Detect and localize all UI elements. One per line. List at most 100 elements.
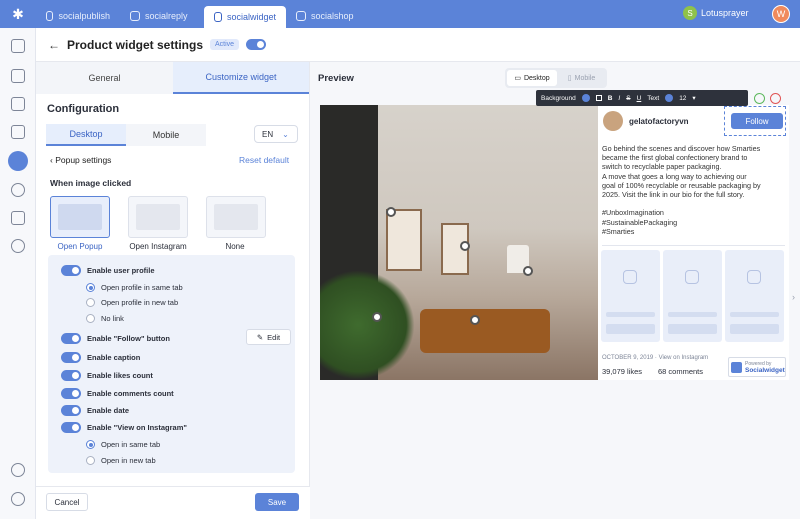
chevron-right-icon[interactable]: › <box>792 292 795 302</box>
chevron-down-icon: ⌄ <box>282 129 289 139</box>
tab-socialwidget[interactable]: socialwidget <box>204 6 286 28</box>
view-on-instagram-toggle[interactable] <box>61 422 81 433</box>
avatar[interactable]: W <box>772 5 790 23</box>
placeholder-line <box>730 324 779 334</box>
user-profile-toggle[interactable] <box>61 265 81 276</box>
inbox-icon[interactable] <box>11 69 25 83</box>
same-tab-option[interactable]: Open in same tab <box>86 440 160 449</box>
username[interactable]: gelatofactoryvn <box>629 117 689 126</box>
product-hotspot[interactable] <box>386 207 396 217</box>
new-tab-option[interactable]: Open in new tab <box>86 456 156 465</box>
billing-icon[interactable] <box>11 239 25 253</box>
caret-down-icon[interactable]: ▾ <box>692 94 695 102</box>
tab-socialshop[interactable]: socialshop <box>286 5 370 27</box>
caption-row: Enable caption <box>61 352 140 363</box>
reset-default-link[interactable]: Reset default <box>239 155 289 165</box>
store-selector[interactable]: S Lotusprayer <box>683 6 749 20</box>
strikethrough-button[interactable]: S <box>626 95 630 102</box>
follow-toggle[interactable] <box>61 333 81 344</box>
post-caption: Go behind the scenes and discover how Sm… <box>602 144 761 236</box>
option-label: Open profile in new tab <box>101 298 179 307</box>
date-toggle[interactable] <box>61 405 81 416</box>
option-none[interactable] <box>206 196 266 238</box>
confirm-check-icon[interactable] <box>754 93 765 104</box>
option-open-popup[interactable] <box>50 196 110 238</box>
dashboard-icon[interactable] <box>11 39 25 53</box>
box-icon[interactable] <box>11 125 25 139</box>
configuration-title: Configuration <box>47 103 120 115</box>
profile-same-tab-option[interactable]: Open profile in same tab <box>86 283 183 292</box>
placeholder-line <box>606 312 655 317</box>
post-image[interactable] <box>320 105 598 380</box>
view-on-instagram-row: Enable "View on Instagram" <box>61 422 187 433</box>
powered-by-badge[interactable]: Powered by Socialwidget <box>728 357 786 377</box>
help-icon[interactable] <box>11 492 25 506</box>
border-icon[interactable] <box>595 95 602 101</box>
image-icon[interactable] <box>11 97 25 111</box>
tab-customize-widget[interactable]: Customize widget <box>173 62 309 94</box>
text-format-toolbar: Background B I S U Text 12 ▾ <box>536 90 748 106</box>
date-row: Enable date <box>61 405 129 416</box>
support-icon[interactable] <box>11 463 25 477</box>
tab-socialpublish[interactable]: socialpublish <box>36 5 120 27</box>
no-link-option[interactable]: No link <box>86 314 124 323</box>
product-hotspot[interactable] <box>372 312 382 322</box>
product-hotspot[interactable] <box>460 241 470 251</box>
option-label: Open Popup <box>57 242 103 251</box>
post-date[interactable]: OCTOBER 9, 2019 · View on Instagram <box>602 355 708 361</box>
radio-selected[interactable] <box>86 283 95 292</box>
tab-general[interactable]: General <box>36 62 173 94</box>
radio[interactable] <box>86 298 95 307</box>
product-tile[interactable] <box>663 250 722 342</box>
background-color-picker[interactable] <box>581 94 590 102</box>
layers-icon[interactable] <box>8 151 28 171</box>
plant <box>320 270 415 380</box>
bold-button[interactable]: B <box>608 95 613 102</box>
instagram-icon <box>623 270 637 284</box>
option-label: Open in same tab <box>101 440 161 449</box>
tab-mobile[interactable]: Mobile <box>126 124 206 146</box>
app-logo-icon[interactable]: ✱ <box>0 0 36 28</box>
underline-button[interactable]: U <box>637 95 642 102</box>
save-button[interactable]: Save <box>255 493 299 511</box>
selected-element-outline <box>724 106 786 136</box>
cancel-button[interactable]: Cancel <box>46 493 88 511</box>
phone-icon: ▯ <box>567 75 572 82</box>
language-select[interactable]: EN ⌄ <box>254 125 298 143</box>
placeholder-line <box>668 324 717 334</box>
profile-new-tab-option[interactable]: Open profile in new tab <box>86 298 178 307</box>
cancel-close-icon[interactable] <box>770 93 781 104</box>
edit-follow-button[interactable]: ✎ Edit <box>246 329 291 345</box>
tab-desktop[interactable]: Desktop <box>46 124 126 146</box>
radio[interactable] <box>86 456 95 465</box>
likes-toggle[interactable] <box>61 370 81 381</box>
desktop-mode-button[interactable]: ▭ Desktop <box>507 70 557 86</box>
user-icon[interactable] <box>11 183 25 197</box>
text-color-picker[interactable] <box>665 94 674 102</box>
product-tile[interactable] <box>725 250 784 342</box>
option-open-instagram[interactable] <box>128 196 188 238</box>
tab-socialreply[interactable]: socialreply <box>120 5 204 27</box>
radio[interactable] <box>86 314 95 323</box>
product-hotspot[interactable] <box>523 266 533 276</box>
popup-settings-back[interactable]: ‹ Popup settings <box>50 155 111 165</box>
caption-toggle[interactable] <box>61 352 81 363</box>
device-mode-toggle: ▭ Desktop ▯ Mobile <box>505 68 607 88</box>
product-tile[interactable] <box>601 250 660 342</box>
top-navigation-bar: ✱ socialpublish socialreply socialwidget… <box>0 0 800 28</box>
analytics-icon[interactable] <box>11 211 25 225</box>
italic-button[interactable]: I <box>618 95 620 102</box>
mobile-mode-button[interactable]: ▯ Mobile <box>559 70 604 86</box>
instagram-icon <box>747 270 761 284</box>
setting-label: Enable comments count <box>87 389 174 398</box>
font-size-value[interactable]: 12 <box>679 95 686 102</box>
product-hotspot[interactable] <box>470 315 480 325</box>
profile-avatar[interactable] <box>603 111 623 131</box>
back-arrow-icon[interactable]: ← <box>48 38 60 52</box>
comments-toggle[interactable] <box>61 388 81 399</box>
brand-label: Socialwidget <box>745 366 785 374</box>
radio-selected[interactable] <box>86 440 95 449</box>
shopify-icon: S <box>683 6 697 20</box>
instagram-icon <box>685 270 699 284</box>
active-toggle[interactable] <box>246 39 267 50</box>
